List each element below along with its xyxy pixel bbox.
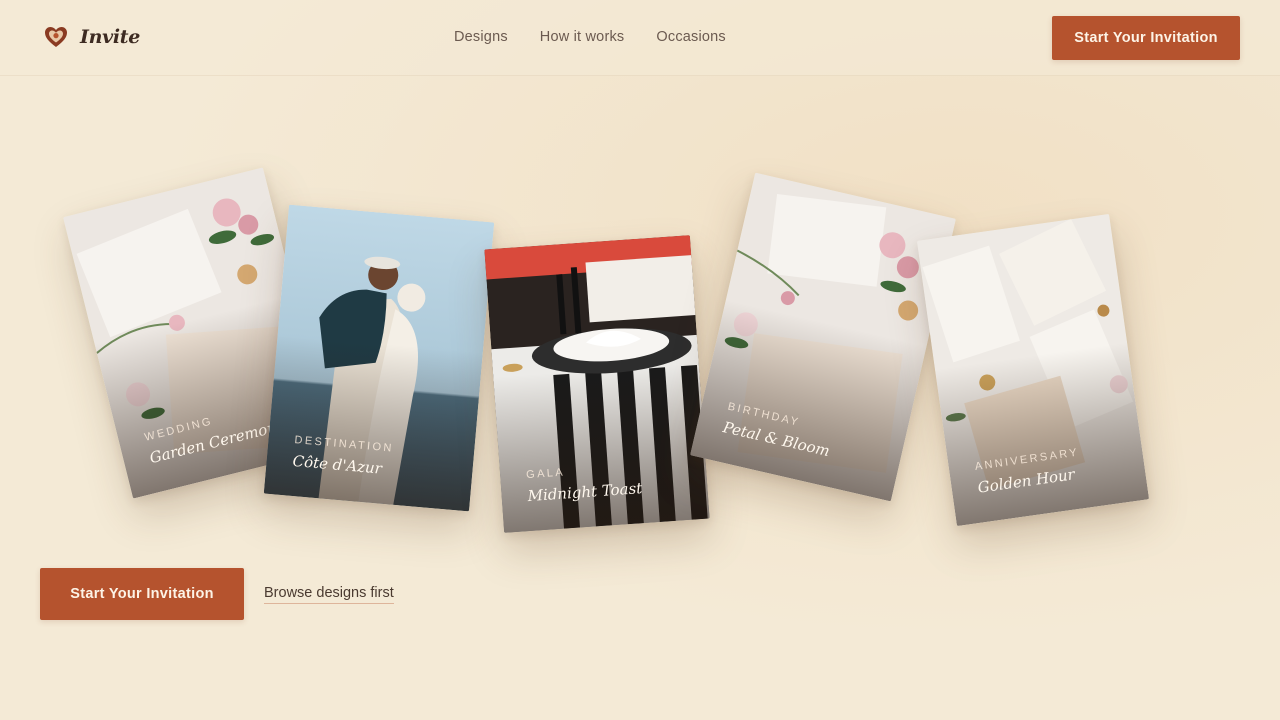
design-card-birthday[interactable]: BIRTHDAY Petal & Bloom bbox=[690, 172, 956, 502]
design-card-gala[interactable]: GALA Midnight Toast bbox=[484, 235, 710, 533]
brand-name: Invite bbox=[80, 26, 141, 48]
main-nav: Designs How it works Occasions bbox=[454, 29, 726, 45]
design-card-destination[interactable]: DESTINATION Côte d'Azur bbox=[263, 204, 495, 512]
nav-link-occasions[interactable]: Occasions bbox=[656, 29, 726, 45]
site-header: Invite Designs How it works Occasions St… bbox=[0, 0, 1280, 76]
design-card-anniversary[interactable]: ANNIVERSARY Golden Hour bbox=[916, 213, 1150, 527]
nav-link-designs[interactable]: Designs bbox=[454, 29, 508, 45]
heart-seal-icon bbox=[45, 27, 67, 47]
browse-designs-link[interactable]: Browse designs first bbox=[264, 585, 394, 604]
hero-start-invitation-button[interactable]: Start Your Invitation bbox=[40, 568, 244, 620]
header-start-invitation-button[interactable]: Start Your Invitation bbox=[1052, 16, 1240, 60]
nav-link-how-it-works[interactable]: How it works bbox=[540, 29, 625, 45]
brand-logo[interactable]: Invite bbox=[44, 26, 140, 48]
